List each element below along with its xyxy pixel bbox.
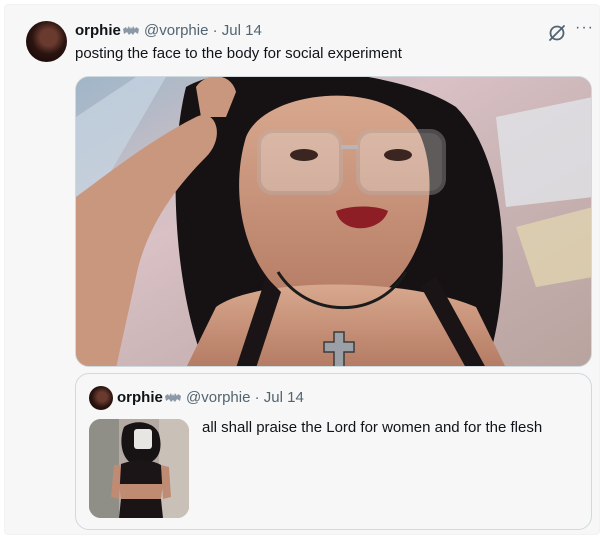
avatar[interactable] [26, 21, 67, 62]
bat-icon [164, 393, 181, 402]
selfie-photo [76, 77, 591, 366]
quoted-handle: @vorphie [186, 389, 251, 406]
quoted-timestamp: Jul 14 [263, 389, 304, 406]
tweet-text: posting the face to the body for social … [75, 45, 402, 62]
more-icon[interactable]: ··· [575, 19, 594, 37]
bat-icon [122, 26, 139, 35]
handle[interactable]: @vorphie [144, 22, 208, 39]
quoted-header: orphie @vorphie · Jul 14 [117, 389, 304, 407]
separator-dot: · [254, 389, 260, 406]
quoted-media-thumbnail[interactable] [89, 419, 189, 518]
quoted-text: all shall praise the Lord for women and … [202, 419, 543, 436]
display-name[interactable]: orphie [75, 22, 121, 39]
quoted-tweet[interactable]: orphie @vorphie · Jul 14 all shall prais… [75, 373, 592, 530]
mirror-selfie-photo [89, 419, 189, 518]
tweet-media[interactable] [75, 76, 592, 367]
tweet-header: orphie @vorphie · Jul 14 [75, 22, 262, 40]
quoted-avatar[interactable] [89, 386, 113, 410]
separator-dot: · [212, 22, 218, 39]
grok-icon[interactable] [547, 23, 567, 43]
quoted-display-name: orphie [117, 389, 163, 406]
tweet-card[interactable]: orphie @vorphie · Jul 14 ··· posting the… [4, 4, 600, 535]
timestamp[interactable]: Jul 14 [222, 22, 262, 39]
